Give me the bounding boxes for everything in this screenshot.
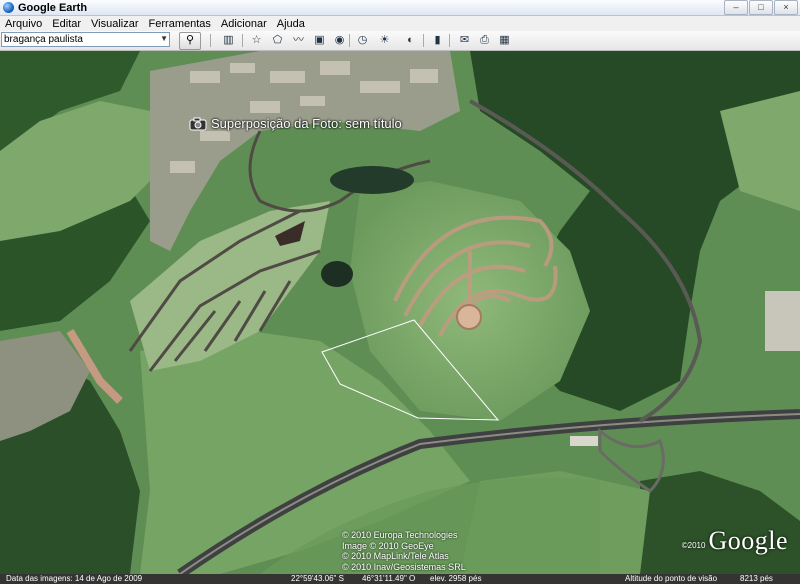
roundabout [456, 304, 482, 330]
lake [321, 261, 353, 287]
status-bar: Data das imagens: 14 de Ago de 2009 22°5… [0, 574, 800, 584]
view-in-maps-icon[interactable]: ▦ [495, 32, 514, 48]
building [570, 436, 598, 446]
path-icon[interactable]: 〰 [289, 32, 308, 48]
sidebar-icon[interactable]: ▥ [219, 32, 238, 48]
record-tour-icon[interactable]: ◉ [330, 32, 349, 48]
maximize-button[interactable]: □ [749, 0, 773, 15]
toolbar-separator [423, 34, 424, 47]
copyright-line: © 2010 Inav/Geosistemas SRL [342, 561, 466, 572]
copyright-notice: © 2010 Europa Technologies Image © 2010 … [342, 530, 466, 572]
placemark-icon[interactable]: ☆ [247, 32, 266, 48]
map-view[interactable]: Superposição da Foto: sem título © 2010 … [0, 51, 800, 574]
menu-editar[interactable]: Editar [47, 18, 86, 30]
menu-bar: Arquivo Editar Visualizar Ferramentas Ad… [0, 16, 800, 31]
photo-overlay-label[interactable]: Superposição da Foto: sem título [189, 116, 402, 131]
ruler-icon[interactable]: ▮ [428, 32, 447, 48]
planets-icon[interactable]: ◐ [401, 32, 420, 48]
close-button[interactable]: × [774, 0, 798, 15]
overlay-title: Superposição da Foto: sem título [211, 116, 402, 131]
copyright-line: Image © 2010 GeoEye [342, 540, 434, 551]
search-icon: ⚲ [185, 34, 195, 46]
toolbar-separator [349, 34, 350, 47]
toolbar-separator [449, 34, 450, 47]
historical-imagery-icon[interactable]: ◷ [353, 32, 372, 48]
menu-arquivo[interactable]: Arquivo [0, 18, 47, 30]
window-controls: – □ × [723, 0, 798, 15]
menu-ferramentas[interactable]: Ferramentas [144, 18, 216, 30]
lake [330, 166, 414, 194]
camera-icon [189, 117, 207, 130]
print-icon[interactable]: ⎙ [475, 32, 494, 48]
email-icon[interactable]: ✉ [455, 32, 474, 48]
toolbar-separator [242, 34, 243, 47]
watermark-year: ©2010 [681, 541, 706, 550]
eye-altitude-label: Altitude do ponto de visão [625, 574, 718, 583]
chevron-down-icon[interactable]: ▼ [160, 34, 168, 43]
image-overlay-icon[interactable]: ▣ [310, 32, 329, 48]
sunlight-icon[interactable]: ☀ [375, 32, 394, 48]
toolbar: ▼ ⚲ ▥ ☆ ⬠ 〰 ▣ ◉ ◷ ☀ ◐ ▮ ✉ ⎙ ▦ [0, 31, 800, 51]
minimize-button[interactable]: – [724, 0, 748, 15]
elevation-readout: elev. 2958 pés [430, 574, 482, 583]
google-earth-icon [3, 2, 14, 13]
menu-adicionar[interactable]: Adicionar [216, 18, 272, 30]
copyright-line: © 2010 Europa Technologies [342, 530, 458, 540]
window-title: Google Earth [18, 1, 88, 14]
copyright-line: © 2010 MapLink/Tele Atlas [342, 551, 449, 561]
latitude-readout: 22°59'43.06" S [291, 574, 344, 583]
title-bar: Google Earth – □ × [0, 0, 800, 16]
industrial-building [765, 291, 800, 351]
google-watermark: ©2010 Google [682, 526, 788, 556]
longitude-readout: 46°31'11.49" O [362, 574, 416, 583]
toolbar-separator [210, 34, 211, 47]
eye-altitude-value: 8213 pés [740, 574, 773, 583]
google-logo: Google [708, 526, 788, 555]
search-button[interactable]: ⚲ [179, 32, 201, 50]
imagery-date: Data das imagens: 14 de Ago de 2009 [6, 574, 143, 583]
menu-visualizar[interactable]: Visualizar [86, 18, 144, 30]
polygon-icon[interactable]: ⬠ [268, 32, 287, 48]
menu-ajuda[interactable]: Ajuda [272, 18, 310, 30]
search-box[interactable]: ▼ [1, 32, 170, 47]
search-input[interactable] [2, 34, 156, 45]
